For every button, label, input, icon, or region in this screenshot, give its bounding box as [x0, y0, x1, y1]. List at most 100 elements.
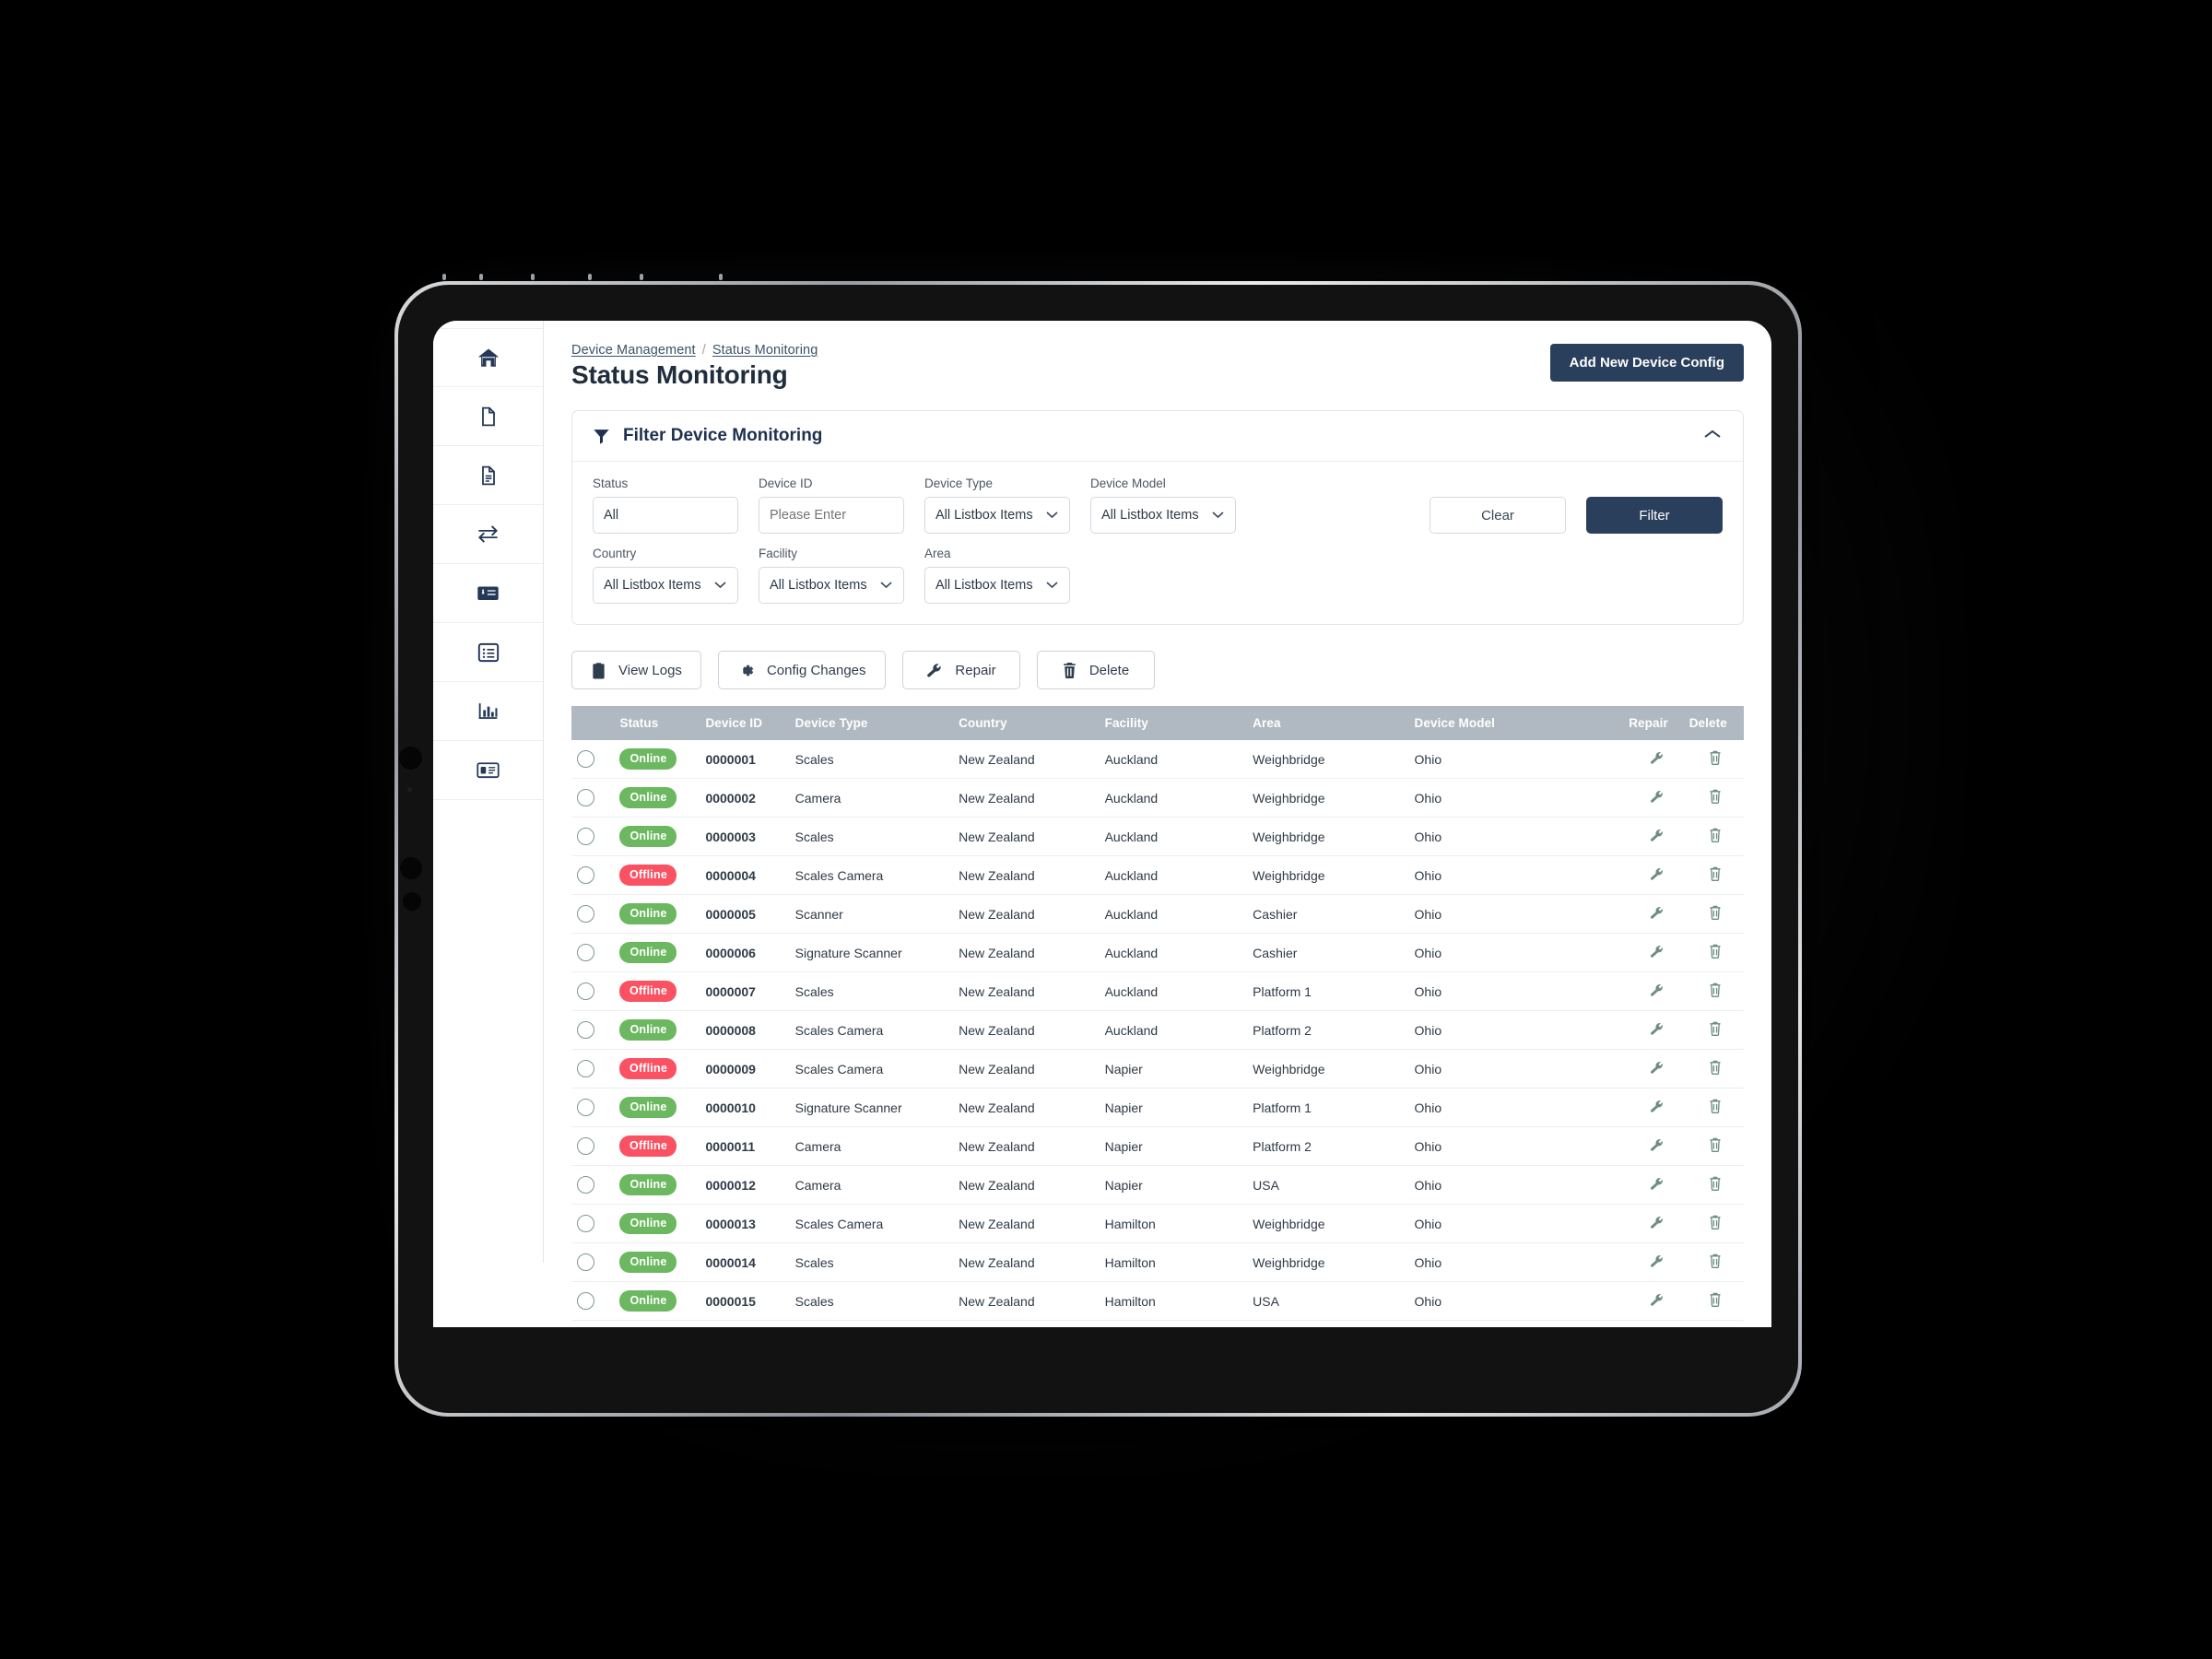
filter-button[interactable]: Filter [1586, 497, 1723, 534]
row-repair-cell[interactable] [1627, 1049, 1688, 1088]
table-row[interactable]: Online 0000008 Scales Camera New Zealand Auc… [571, 1010, 1744, 1050]
row-trash-icon[interactable] [1708, 982, 1723, 998]
config-changes-button[interactable]: Config Changes [717, 651, 886, 689]
row-select-cell[interactable] [571, 778, 615, 818]
sidebar-item-id-card[interactable] [433, 741, 543, 800]
status-select[interactable]: All [593, 497, 738, 534]
row-delete-cell[interactable] [1687, 971, 1744, 1011]
sidebar-item-transfer[interactable] [433, 505, 543, 564]
table-row[interactable]: Online 0000002 Camera New Zealand Auckland We… [571, 778, 1744, 818]
row-select-cell[interactable] [571, 1281, 615, 1321]
table-row[interactable]: Online 0000015 Scales New Zealand Hamilton US… [571, 1281, 1744, 1321]
table-row[interactable]: Online 0000010 Signature Scanner New Zealan… [571, 1088, 1744, 1127]
device-model-listbox[interactable]: All Listbox Items [1090, 497, 1236, 534]
row-repair-cell[interactable] [1627, 778, 1688, 818]
row-repair-cell[interactable] [1627, 971, 1688, 1011]
row-wrench-icon[interactable] [1649, 828, 1665, 843]
row-wrench-icon[interactable] [1649, 1292, 1665, 1308]
row-repair-cell[interactable] [1627, 1242, 1688, 1282]
row-wrench-icon[interactable] [1649, 1253, 1665, 1269]
row-radio[interactable] [577, 1292, 594, 1310]
row-trash-icon[interactable] [1708, 749, 1723, 766]
repair-button[interactable]: Repair [901, 651, 1020, 689]
view-logs-button[interactable]: View Logs [571, 651, 701, 689]
row-trash-icon[interactable] [1708, 1136, 1723, 1153]
row-trash-icon[interactable] [1708, 865, 1723, 882]
row-repair-cell[interactable] [1627, 740, 1688, 779]
row-trash-icon[interactable] [1708, 788, 1723, 805]
row-delete-cell[interactable] [1687, 740, 1744, 779]
row-radio[interactable] [577, 1021, 594, 1039]
row-repair-cell[interactable] [1627, 855, 1688, 895]
row-trash-icon[interactable] [1708, 1098, 1723, 1114]
table-row[interactable]: Offline 0000011 Camera New Zealand Napier Pla… [571, 1126, 1744, 1166]
row-trash-icon[interactable] [1708, 1059, 1723, 1076]
row-wrench-icon[interactable] [1649, 982, 1665, 998]
row-wrench-icon[interactable] [1649, 1099, 1665, 1114]
row-radio[interactable] [577, 944, 594, 961]
row-trash-icon[interactable] [1708, 1253, 1723, 1269]
table-row[interactable]: Offline 0000004 Scales Camera New Zealand Au… [571, 855, 1744, 895]
row-select-cell[interactable] [571, 933, 615, 972]
row-select-cell[interactable] [571, 855, 615, 895]
row-radio[interactable] [577, 1176, 594, 1194]
row-trash-icon[interactable] [1708, 827, 1723, 843]
sidebar-item-money-check[interactable] [433, 564, 543, 623]
row-delete-cell[interactable] [1687, 1165, 1744, 1205]
row-delete-cell[interactable] [1687, 855, 1744, 895]
row-wrench-icon[interactable] [1649, 944, 1665, 959]
row-radio[interactable] [577, 1137, 594, 1155]
table-row[interactable]: Online 0000005 Scanner New Zealand Auckland C… [571, 894, 1744, 934]
row-select-cell[interactable] [571, 1088, 615, 1127]
row-repair-cell[interactable] [1627, 894, 1688, 934]
row-repair-cell[interactable] [1627, 1204, 1688, 1243]
sidebar-item-chart-bar[interactable] [433, 682, 543, 741]
sidebar-item-list-alt[interactable] [433, 623, 543, 682]
row-delete-cell[interactable] [1687, 894, 1744, 934]
row-trash-icon[interactable] [1708, 904, 1723, 921]
row-repair-cell[interactable] [1627, 1088, 1688, 1127]
row-radio[interactable] [577, 828, 594, 845]
sidebar-item-file-lines[interactable] [433, 446, 543, 505]
row-radio[interactable] [577, 982, 594, 1000]
device-type-listbox[interactable]: All Listbox Items [924, 497, 1070, 534]
table-row[interactable]: Online 0000003 Scales New Zealand Auckland We… [571, 817, 1744, 856]
breadcrumb-current-link[interactable]: Status Monitoring [712, 343, 818, 358]
table-row[interactable]: Online 0000001 Scales New Zealand Auckland We… [571, 740, 1744, 779]
row-wrench-icon[interactable] [1649, 750, 1665, 766]
row-delete-cell[interactable] [1687, 933, 1744, 972]
row-delete-cell[interactable] [1687, 778, 1744, 818]
row-radio[interactable] [577, 905, 594, 923]
row-wrench-icon[interactable] [1649, 1060, 1665, 1076]
breadcrumb-parent-link[interactable]: Device Management [571, 343, 696, 358]
table-row[interactable]: Online 0000006 Signature Scanner New Zealan… [571, 933, 1744, 972]
row-radio[interactable] [577, 1253, 594, 1271]
row-select-cell[interactable] [571, 1010, 615, 1050]
row-radio[interactable] [577, 866, 594, 884]
row-radio[interactable] [577, 1099, 594, 1116]
sidebar-item-file[interactable] [433, 387, 543, 446]
facility-listbox[interactable]: All Listbox Items [759, 567, 904, 604]
add-new-device-config-button[interactable]: Add New Device Config [1549, 344, 1744, 382]
row-radio[interactable] [577, 1060, 594, 1077]
filter-collapse-toggle[interactable] [1702, 428, 1723, 445]
table-row[interactable]: Offline 0000007 Scales New Zealand Auckland P… [571, 971, 1744, 1011]
row-select-cell[interactable] [571, 894, 615, 934]
row-repair-cell[interactable] [1627, 817, 1688, 856]
row-trash-icon[interactable] [1708, 1020, 1723, 1037]
row-repair-cell[interactable] [1627, 1281, 1688, 1321]
row-wrench-icon[interactable] [1649, 1215, 1665, 1230]
row-wrench-icon[interactable] [1649, 866, 1665, 882]
row-trash-icon[interactable] [1708, 1214, 1723, 1230]
row-radio[interactable] [577, 750, 594, 768]
delete-button[interactable]: Delete [1036, 651, 1155, 689]
row-select-cell[interactable] [571, 971, 615, 1011]
filter-panel-header[interactable]: Filter Device Monitoring [572, 411, 1743, 462]
clear-button[interactable]: Clear [1430, 497, 1566, 534]
row-wrench-icon[interactable] [1649, 789, 1665, 805]
area-listbox[interactable]: All Listbox Items [924, 567, 1070, 604]
row-wrench-icon[interactable] [1649, 905, 1665, 921]
row-repair-cell[interactable] [1627, 1126, 1688, 1166]
row-select-cell[interactable] [571, 1049, 615, 1088]
table-row[interactable]: Offline 0000009 Scales Camera New Zealand Na… [571, 1049, 1744, 1088]
